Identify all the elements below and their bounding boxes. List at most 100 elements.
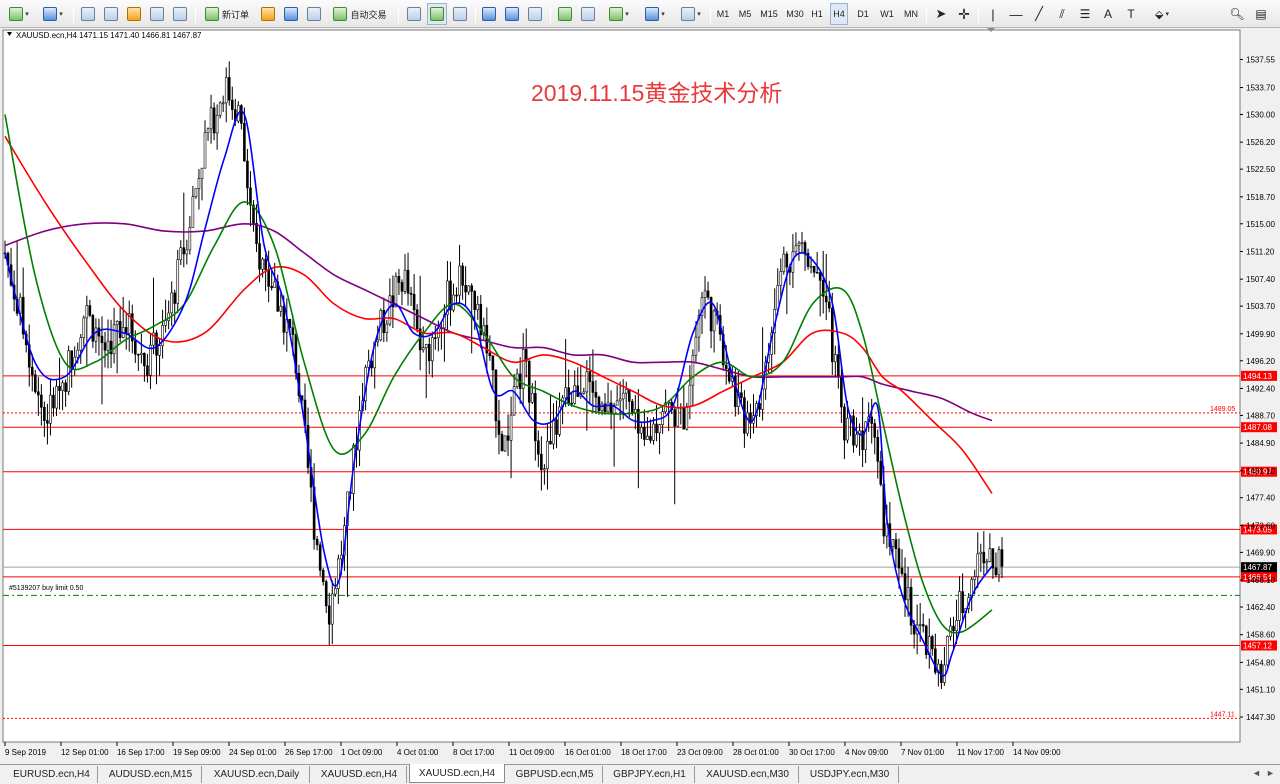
timeframe-m1[interactable]: M1 (714, 3, 732, 25)
price-tick-label: 1492.40 (1246, 384, 1275, 393)
data-window-button[interactable] (101, 3, 121, 25)
timeframe-mn[interactable]: MN (901, 3, 921, 25)
line-chart-button[interactable] (450, 3, 470, 25)
candle-body (58, 386, 61, 391)
timeframe-m30[interactable]: M30 (784, 3, 806, 25)
candle-body (682, 407, 686, 430)
tab-scroll-left-icon[interactable]: ◄ (1252, 768, 1261, 778)
periods-button[interactable]: ▾ (639, 3, 671, 25)
chart-tab[interactable]: XAUUSD.ecn,M30 (697, 766, 799, 783)
candle-body (43, 407, 46, 421)
candle-body (549, 440, 552, 445)
time-tick-label: 1 Oct 09:00 (341, 748, 383, 757)
chart-tab[interactable]: XAUUSD.ecn,H4 (409, 764, 505, 783)
candle-body (55, 386, 58, 409)
candle-body (143, 352, 146, 367)
chart-tab[interactable]: EURUSD.ecn,H4 (6, 766, 98, 783)
candle-body (61, 382, 64, 391)
candlestick-button[interactable] (427, 3, 447, 25)
timeframe-m15[interactable]: M15 (758, 3, 780, 25)
signals-button[interactable] (281, 3, 301, 25)
crosshair-tool[interactable]: ✛ (955, 3, 973, 25)
search-button[interactable]: 🔍︎ (1228, 3, 1246, 25)
vertical-line-tool[interactable]: | (984, 3, 1002, 25)
chart-tab[interactable]: GBPUSD.ecn,M5 (507, 766, 603, 783)
candle-body (334, 588, 337, 595)
timeframe-d1[interactable]: D1 (854, 3, 872, 25)
arrows-tool[interactable]: ⬙ ▾ (1146, 3, 1178, 25)
market-button[interactable] (304, 3, 324, 25)
time-tick-label: 8 Oct 17:00 (453, 748, 495, 757)
chart-tab[interactable]: XAUUSD.ecn,Daily (204, 766, 310, 783)
candle-body (227, 77, 231, 101)
tab-scroll-right-icon[interactable]: ► (1266, 768, 1275, 778)
terminal-button[interactable] (147, 3, 167, 25)
new-chart-button[interactable]: ▾ (4, 3, 34, 25)
tile-windows-icon (528, 7, 542, 21)
indicators-button[interactable]: ▾ (603, 3, 635, 25)
fibonacci-tool[interactable]: ☰ (1076, 3, 1094, 25)
timeframe-w1[interactable]: W1 (878, 3, 896, 25)
templates-button[interactable]: ▾ (675, 3, 707, 25)
candle-body (30, 366, 34, 376)
navigator-button[interactable] (124, 3, 144, 25)
candle-body (279, 305, 283, 312)
time-tick-label: 14 Nov 09:00 (1013, 748, 1061, 757)
candle-body (746, 412, 749, 434)
chart-tab[interactable]: USDJPY.ecn,M30 (801, 766, 899, 783)
profiles-icon (43, 7, 58, 21)
candle-body (546, 440, 549, 469)
time-tick-label: 11 Oct 09:00 (509, 748, 555, 757)
tile-windows-button[interactable] (525, 3, 545, 25)
candle-body (255, 223, 258, 244)
candle-body (688, 384, 692, 407)
candle-body (809, 265, 813, 268)
auto-trading-button[interactable]: 自动交易 (328, 3, 392, 25)
fibonacci-icon: ☰ (1079, 7, 1091, 21)
auto-scroll-button[interactable] (555, 3, 575, 25)
chart-tab[interactable]: AUDUSD.ecn,M15 (100, 766, 202, 783)
chevron-down-icon: ▾ (661, 11, 665, 18)
text-label-tool[interactable]: T (1122, 3, 1140, 25)
timeframe-m5[interactable]: M5 (736, 3, 754, 25)
candle-body (464, 285, 467, 293)
price-level-label: 1457.12 (1243, 641, 1272, 650)
equidistant-channel-tool[interactable]: ⫽ (1053, 3, 1071, 25)
candle-body (85, 305, 89, 319)
horizontal-line-tool[interactable]: — (1007, 3, 1025, 25)
strategy-tester-button[interactable] (170, 3, 190, 25)
profiles-button[interactable]: ▾ (38, 3, 68, 25)
metaeditor-button[interactable] (258, 3, 278, 25)
cursor-tool[interactable]: ➤ (932, 3, 950, 25)
timeframe-h1[interactable]: H1 (808, 3, 826, 25)
zoom-out-button[interactable] (502, 3, 522, 25)
candle-body (543, 468, 546, 471)
time-tick-label: 24 Sep 01:00 (229, 748, 277, 757)
horizontal-line-icon: — (1009, 6, 1023, 22)
time-tick-label: 16 Oct 01:00 (565, 748, 611, 757)
text-tool[interactable]: A (1099, 3, 1117, 25)
candle-body (894, 539, 898, 549)
timeframe-h4[interactable]: H4 (830, 3, 848, 25)
chart-tab[interactable]: XAUUSD.ecn,H4 (312, 766, 407, 783)
trendline-tool[interactable]: ╱ (1030, 3, 1048, 25)
bar-chart-button[interactable] (404, 3, 424, 25)
chat-button[interactable]: ▤ (1252, 3, 1270, 25)
candle-body (985, 561, 989, 564)
candle-body (891, 539, 895, 547)
zoom-in-button[interactable] (479, 3, 499, 25)
main-toolbar: ▾ ▾ 新订单 自动交易 ▾ ▾ ▾ M1 M5 M15 M30 H1 H4 D1 W1 MN … (0, 0, 1280, 28)
candle-body (185, 249, 189, 255)
price-tick-label: 1533.70 (1246, 84, 1275, 93)
chart-tab[interactable]: GBPJPY.ecn,H1 (605, 766, 695, 783)
market-watch-button[interactable] (78, 3, 98, 25)
candle-body (991, 548, 995, 569)
candle-body (527, 360, 531, 403)
auto-scroll-icon (558, 7, 572, 21)
candle-body (179, 247, 183, 260)
price-chart[interactable]: 1494.131489.051487.081480.971473.051466.… (0, 28, 1280, 764)
chart-shift-button[interactable] (578, 3, 598, 25)
new-order-button[interactable]: 新订单 (200, 3, 254, 25)
candle-body (197, 178, 201, 189)
candle-body (491, 355, 495, 371)
